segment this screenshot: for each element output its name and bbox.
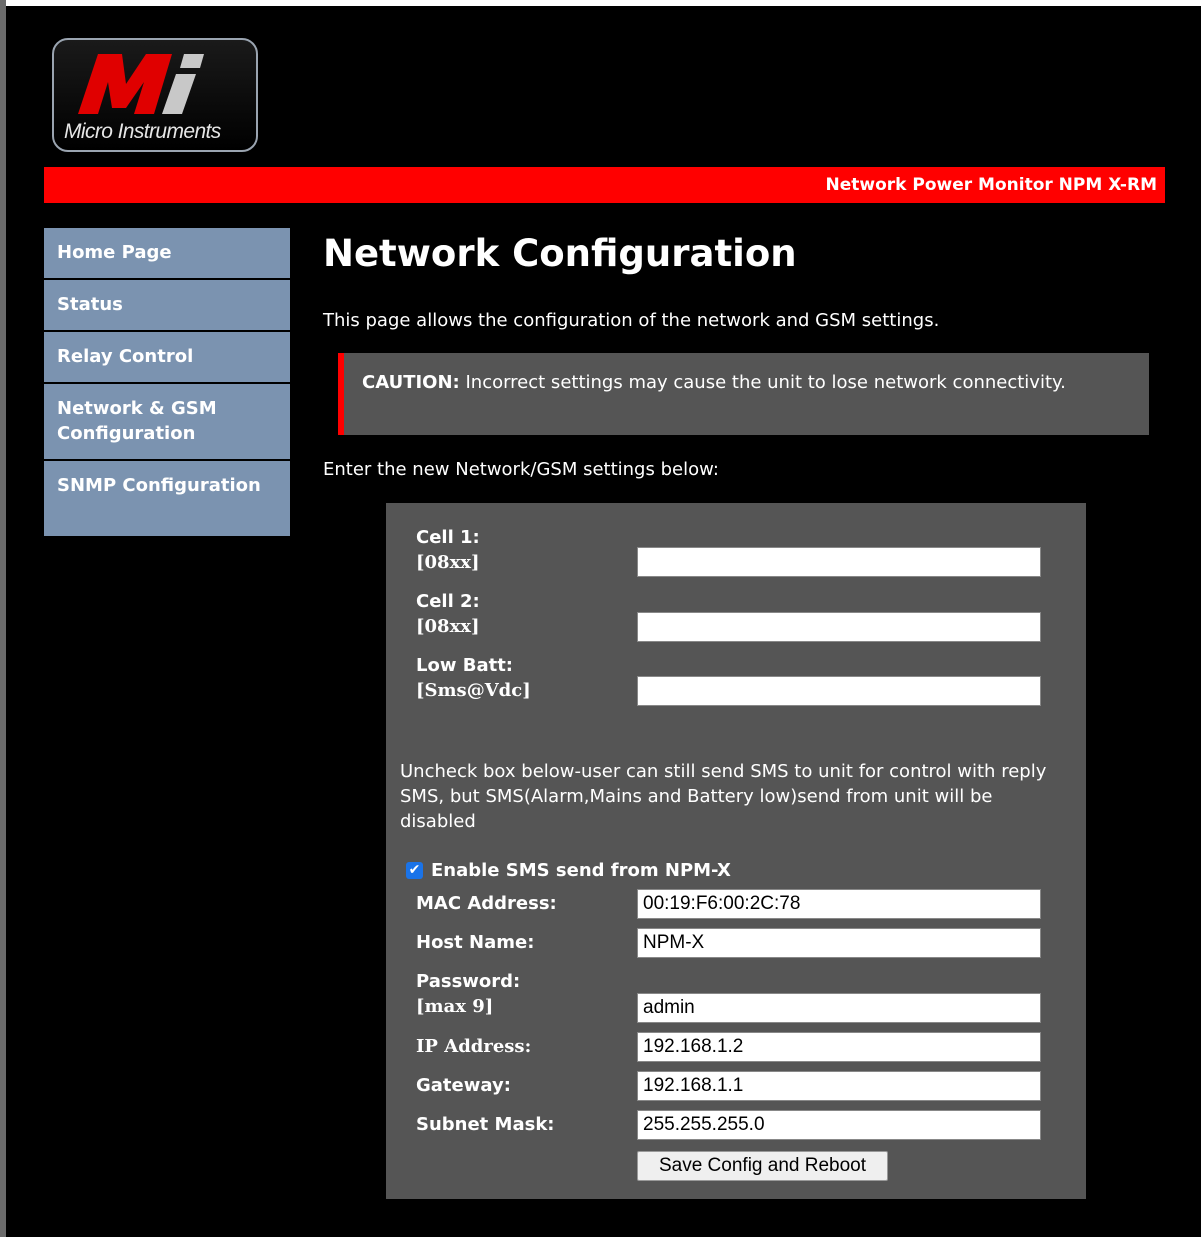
save-config-reboot-button[interactable]: Save Config and Reboot (637, 1151, 888, 1181)
host-field[interactable]: NPM-X (637, 928, 1041, 958)
lowbatt-hint: [Sms@Vdc] (416, 680, 531, 701)
password-hint: [max 9] (416, 996, 494, 1017)
cell2-label: Cell 2: (416, 591, 480, 612)
cell2-field[interactable] (637, 612, 1041, 642)
product-name: Network Power Monitor NPM X-RM (825, 175, 1158, 195)
mi-logo-icon (78, 54, 204, 114)
sms-enable-label: Enable SMS send from NPM-X (431, 860, 731, 881)
logo-text: Micro Instruments (64, 120, 221, 143)
micro-instruments-logo: Micro Instruments (52, 38, 258, 152)
lowbatt-label: Low Batt: (416, 655, 514, 676)
password-field[interactable]: admin (637, 993, 1041, 1023)
ip-field[interactable]: 192.168.1.2 (637, 1032, 1041, 1062)
nav-network-gsm-configuration[interactable]: Network & GSM Configuration (44, 384, 290, 461)
mac-field[interactable]: 00:19:F6:00:2C:78 (637, 889, 1041, 919)
host-label: Host Name: (416, 932, 535, 953)
caution-text: Incorrect settings may cause the unit to… (459, 372, 1066, 393)
caution-box: CAUTION: Incorrect settings may cause th… (338, 353, 1149, 435)
lowbatt-field[interactable] (637, 676, 1041, 706)
settings-form: Cell 1: [08xx] Cell 2: [08xx] Low Batt: … (386, 503, 1086, 1199)
nav-home-page[interactable]: Home Page (44, 228, 290, 280)
mac-label: MAC Address: (416, 893, 557, 914)
nav-relay-control[interactable]: Relay Control (44, 332, 290, 384)
cell2-hint: [08xx] (416, 616, 480, 637)
cell1-field[interactable] (637, 547, 1041, 577)
caution-label: CAUTION: (362, 372, 460, 393)
gateway-label: Gateway: (416, 1075, 511, 1096)
page-title: Network Configuration (323, 232, 797, 275)
nav-snmp-configuration[interactable]: SNMP Configuration (44, 461, 290, 538)
ip-label: IP Address: (416, 1036, 532, 1057)
cell1-hint: [08xx] (416, 552, 480, 573)
gateway-field[interactable]: 192.168.1.1 (637, 1071, 1041, 1101)
cell1-label: Cell 1: (416, 527, 480, 548)
window-top-edge (0, 0, 1201, 6)
page-intro: This page allows the configuration of th… (323, 310, 940, 331)
product-banner: Network Power Monitor NPM X-RM (44, 167, 1165, 203)
sms-enable-checkbox[interactable]: ✔ (406, 862, 423, 879)
window-left-edge (0, 0, 6, 1237)
password-label: Password: (416, 971, 521, 992)
settings-prompt: Enter the new Network/GSM settings below… (323, 459, 719, 480)
sms-note: Uncheck box below-user can still send SM… (400, 761, 1047, 832)
sms-enable-row: ✔ Enable SMS send from NPM-X (406, 858, 731, 883)
nav-status[interactable]: Status (44, 280, 290, 332)
subnet-field[interactable]: 255.255.255.0 (637, 1110, 1041, 1140)
sidebar-nav: Home Page Status Relay Control Network &… (44, 228, 290, 538)
subnet-label: Subnet Mask: (416, 1114, 555, 1135)
